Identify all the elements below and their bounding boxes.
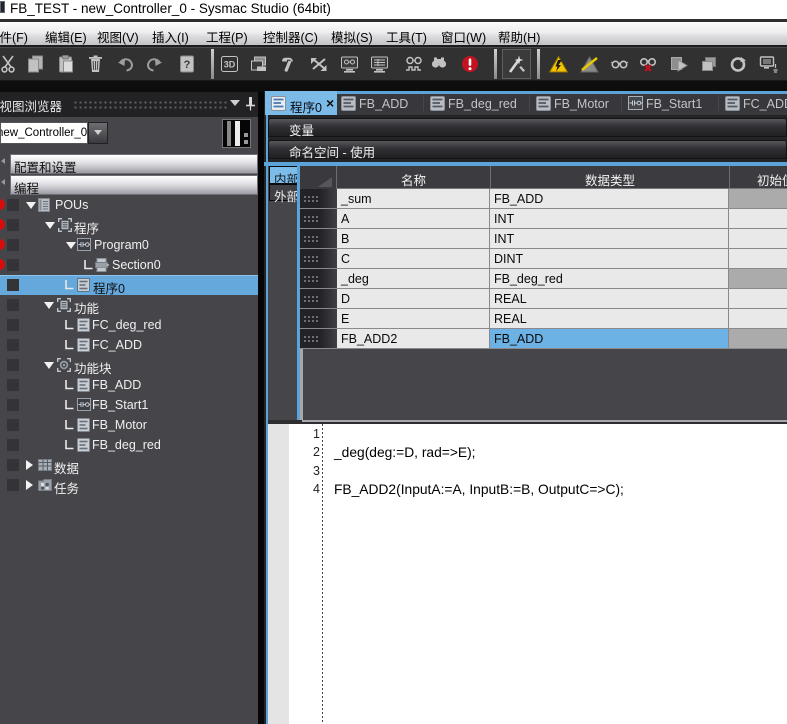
svg-text:3D: 3D	[224, 60, 236, 70]
svg-text:?: ?	[184, 59, 191, 71]
